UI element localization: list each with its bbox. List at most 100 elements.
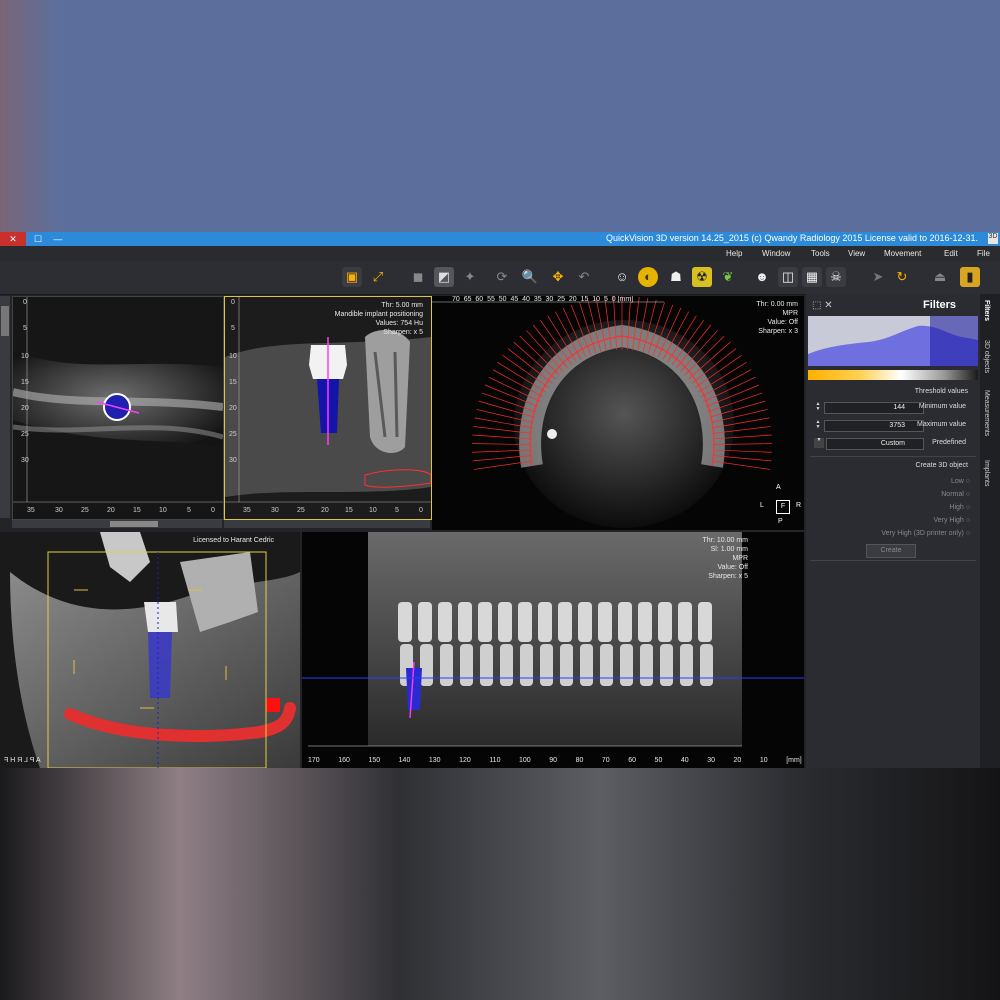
jaw-icon[interactable]: ◫ [778,267,798,287]
minimize-button[interactable]: — [48,232,68,246]
zoom-icon[interactable]: 🔍 [520,267,540,287]
menu-bar: File Edit Movement View Tools Window Hel… [0,246,1000,262]
max-label: Maximum value [916,421,966,428]
ruler-label: 15 [21,379,29,386]
arch-view[interactable]: 70 65 60 55 50 45 40 35 30 25 20 15 10 5… [432,296,804,530]
option-3d-printer[interactable]: Very High (3D printer only) ○ [824,530,970,537]
max-value-field[interactable]: 3753 [824,420,924,432]
render3d-view[interactable]: Licensed to Harant Cedric A P L R H F [0,532,300,768]
ruler-label: 20 [107,507,115,514]
nerve-icon[interactable]: ☢ [692,267,712,287]
window-title: QuickVision 3D version 14.25_2015 (c) Qw… [605,233,978,243]
menu-window[interactable]: Window [762,249,790,258]
option-high[interactable]: High ○ [824,504,970,511]
app-icon: 3D [988,233,998,244]
license-label: Licensed to Harant Cedric [193,537,274,544]
create-3d-label: Create 3D object [915,462,968,469]
rotate-arrow-icon[interactable]: ↻ [892,267,912,287]
arch-overlay: Thr: 0.00 mm MPR Value: Off Sharpen: x 3 [756,301,798,335]
ruler-label: 5 [187,507,191,514]
bookmark-icon[interactable]: ✦ [460,267,480,287]
predefined-label: Predefined [932,439,966,446]
divider [810,456,976,457]
ruler-label: 35 [27,507,35,514]
ruler-label: 10 [369,507,377,514]
ruler-label: 25 [21,431,29,438]
ruler-label: 25 [81,507,89,514]
tab-implants[interactable]: Implants [983,460,990,486]
pan-move-icon[interactable]: ✥ [548,267,568,287]
app-window: ✕ ☐ — QuickVision 3D version 14.25_2015 … [0,232,1000,768]
ruler-label: 30 [21,457,29,464]
menu-movement[interactable]: Movement [884,249,921,258]
axial-view[interactable]: 0 5 10 15 20 25 30 35 30 25 20 15 10 5 0 [12,296,224,520]
ruler-label: 20 [321,507,329,514]
menu-view[interactable]: View [848,249,865,258]
open-study-icon[interactable]: ▮ [960,267,980,287]
background-bottom [0,768,1000,1000]
menu-file[interactable]: File [977,249,990,258]
min-value-field[interactable]: 144 [824,402,924,414]
skull-front-icon[interactable]: ☻ [752,267,772,287]
arch-ruler: 70 65 60 55 50 45 40 35 30 25 20 15 10 5… [452,296,634,303]
upload-icon[interactable]: ⏏ [930,267,950,287]
tab-filters[interactable]: Filters [983,300,990,321]
export-icon[interactable]: ▣ [342,267,362,287]
axial-hscrollbar[interactable] [12,520,222,528]
render3d-image [0,532,300,768]
skull-side-icon[interactable]: ☠ [826,267,846,287]
create-button[interactable]: Create [866,544,916,558]
maximize-button[interactable]: ☐ [28,232,48,246]
ruler-label: 0 [419,507,423,514]
ruler-label: 0 [211,507,215,514]
option-very-high[interactable]: Very High ○ [824,517,970,524]
skull-icon[interactable]: ☗ [666,267,686,287]
option-low[interactable]: Low ○ [824,478,970,485]
menu-tools[interactable]: Tools [811,249,830,258]
divider [810,560,976,561]
predefined-dropdown-icon[interactable]: ▼ [814,438,824,448]
predefined-select[interactable]: Custom [826,438,924,450]
tab-3d-objects[interactable]: 3D objects [983,340,990,373]
window-level-icon[interactable]: ◼ [408,267,428,287]
ruler-label: 25 [297,507,305,514]
teeth-icon[interactable]: ▦ [802,267,822,287]
threshold-label: Threshold values [914,388,968,395]
axial-image [13,297,223,519]
reslice-icon[interactable]: ⤢ [368,267,388,287]
ruler-label: 30 [229,457,237,464]
implant-hscrollbar[interactable] [224,520,430,528]
head-icon[interactable]: ☺ [612,267,632,287]
ruler-label: 30 [271,507,279,514]
filters-panel: ⬚ ✕ Filters Threshold values ▲ ▼ 144 Mini… [806,294,980,768]
histogram[interactable] [808,316,978,366]
ruler-label: 20 [21,405,29,412]
menu-edit[interactable]: Edit [944,249,958,258]
pointer-icon[interactable]: ➤ [868,267,888,287]
menu-help[interactable]: Help [726,249,742,258]
ruler-label: 15 [229,379,237,386]
option-normal[interactable]: Normal ○ [824,491,970,498]
implant-view[interactable]: Thr: 5.00 mm Mandible implant positionin… [224,296,432,520]
undo-icon[interactable]: ↶ [574,267,594,287]
side-tabs: Filters 3D objects Measurements Implants [980,294,1000,768]
pano-view[interactable]: Thr: 10.00 mm Sl: 1.00 mm MPR Value: Off… [302,532,804,768]
half-circle-icon[interactable]: ◐ [638,267,658,287]
implant-overlay: Thr: 5.00 mm Mandible implant positionin… [334,302,423,336]
axial-scrollbar[interactable] [0,296,10,518]
tab-measurements[interactable]: Measurements [983,390,990,436]
refresh-icon[interactable]: ⟳ [492,267,512,287]
max-spinner[interactable]: ▲ ▼ [814,420,822,430]
min-spinner[interactable]: ▲ ▼ [814,402,822,412]
threshold-gradient[interactable] [808,370,978,380]
ruler-label: 10 [21,353,29,360]
close-button[interactable]: ✕ [0,232,26,246]
sinus-icon[interactable]: ❦ [718,267,738,287]
toolbar: ▮ ⏏ ↻ ➤ ☠ ▦ ◫ ☻ ❦ ☢ ☗ ◐ ☺ ↶ ✥ 🔍 ⟳ ✦ ◩ ◼ … [0,262,1000,295]
background-top [0,0,1000,232]
pano-overlay: Thr: 10.00 mm Sl: 1.00 mm MPR Value: Off… [702,537,748,580]
panel-pin-icon[interactable]: ⬚ ✕ [812,300,833,311]
orientation-label: A P L R H F [4,757,41,764]
title-bar: ✕ ☐ — QuickVision 3D version 14.25_2015 … [0,232,1000,246]
layout-icon[interactable]: ◩ [434,267,454,287]
